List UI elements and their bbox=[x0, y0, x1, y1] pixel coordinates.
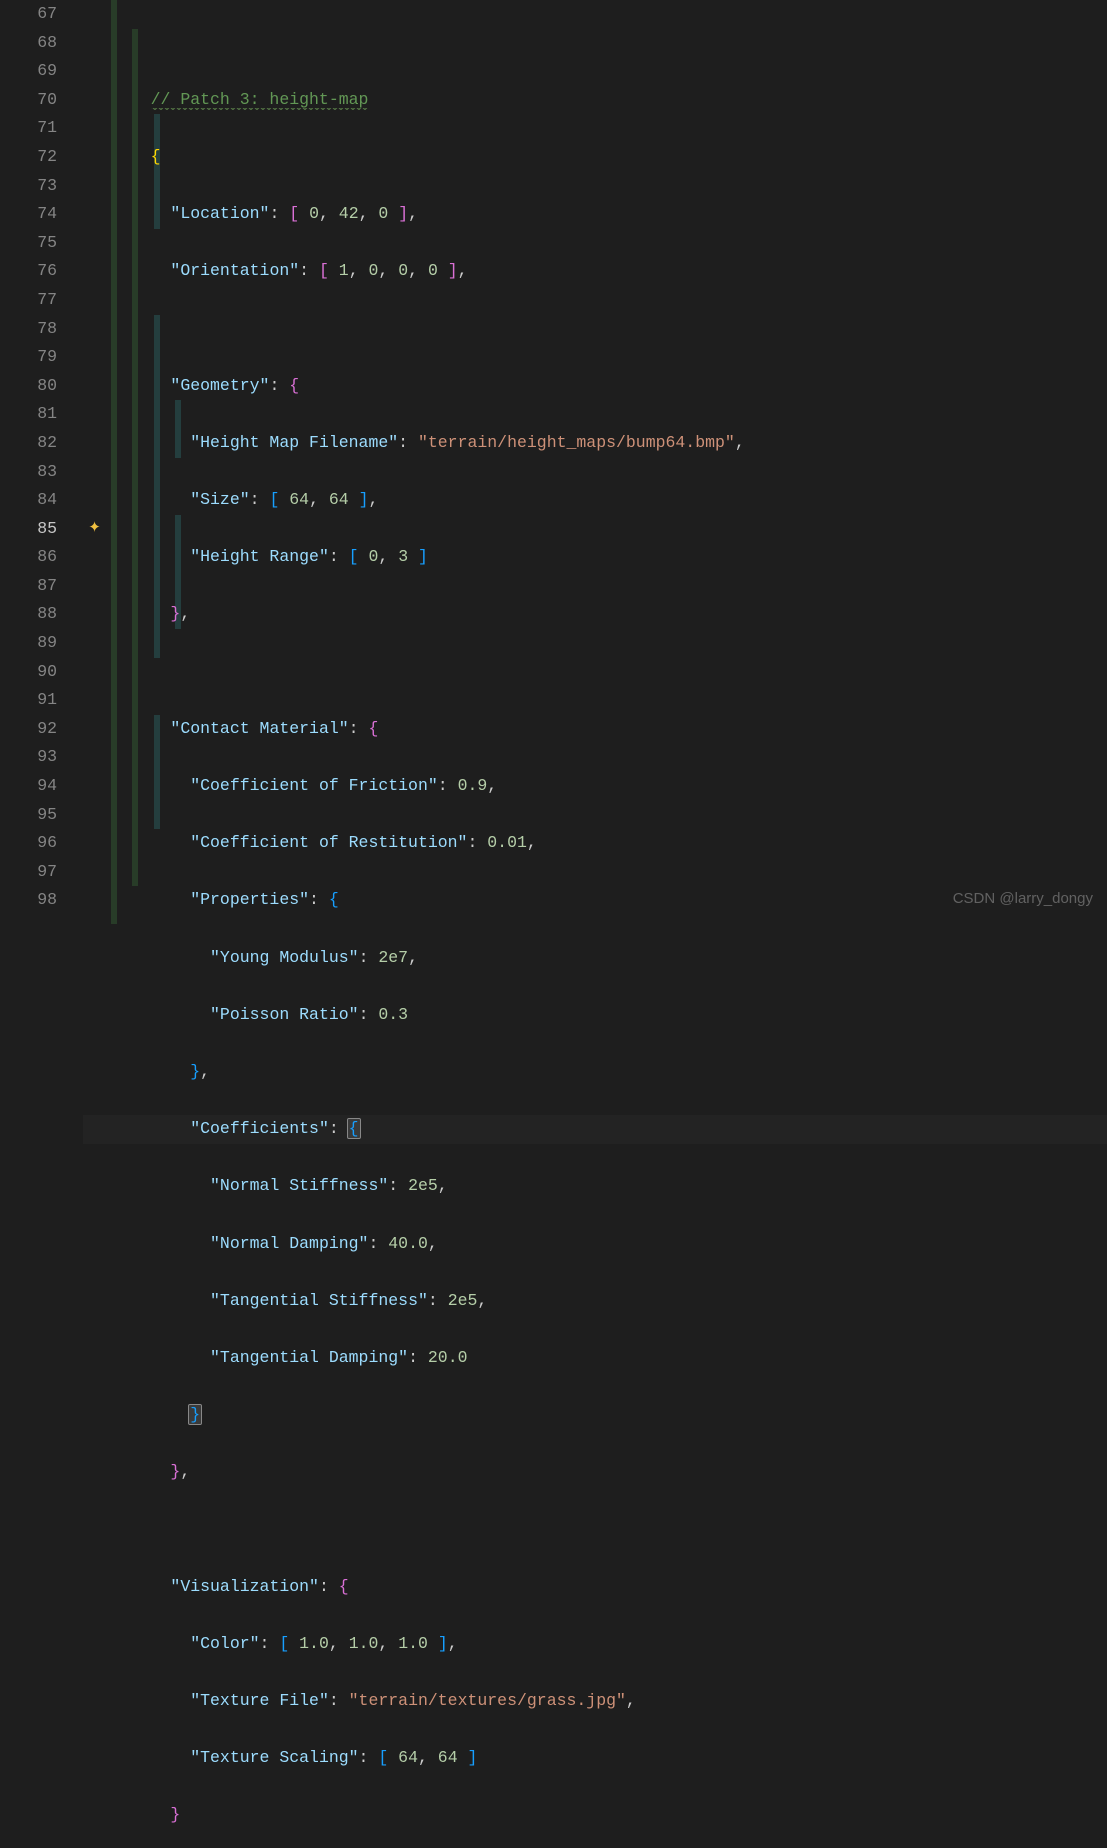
code-line[interactable]: "Texture File": "terrain/textures/grass.… bbox=[111, 1687, 1107, 1716]
line-number: 69 bbox=[0, 57, 83, 86]
code-line[interactable]: "Tangential Damping": 20.0 bbox=[111, 1344, 1107, 1373]
line-number: 76 bbox=[0, 257, 83, 286]
line-number: 85 bbox=[0, 515, 83, 544]
line-number: 82 bbox=[0, 429, 83, 458]
line-number: 79 bbox=[0, 343, 83, 372]
code-line[interactable]: "Normal Damping": 40.0, bbox=[111, 1230, 1107, 1259]
code-line[interactable]: "Contact Material": { bbox=[111, 715, 1107, 744]
line-number-gutter: 67686970717273747576777879808182838485✦8… bbox=[0, 0, 83, 924]
line-number: 80 bbox=[0, 372, 83, 401]
line-number: 67 bbox=[0, 0, 83, 29]
line-number: 74 bbox=[0, 200, 83, 229]
line-number: 89 bbox=[0, 629, 83, 658]
code-area[interactable]: // Patch 3: height-map { "Location": [ 0… bbox=[83, 0, 1107, 924]
line-number: 73 bbox=[0, 172, 83, 201]
line-number: 97 bbox=[0, 858, 83, 887]
line-number: 83 bbox=[0, 458, 83, 487]
code-line[interactable]: }, bbox=[111, 1458, 1107, 1487]
line-number: 95 bbox=[0, 801, 83, 830]
code-line[interactable] bbox=[111, 658, 1107, 687]
code-line[interactable]: }, bbox=[111, 1058, 1107, 1087]
code-line[interactable]: // Patch 3: height-map bbox=[111, 86, 1107, 115]
line-number: 94 bbox=[0, 772, 83, 801]
code-line[interactable]: }, bbox=[111, 600, 1107, 629]
watermark-text: CSDN @larry_dongy bbox=[953, 885, 1093, 914]
code-line[interactable]: "Coefficient of Friction": 0.9, bbox=[111, 772, 1107, 801]
code-line[interactable] bbox=[111, 1515, 1107, 1544]
line-number: 84 bbox=[0, 486, 83, 515]
code-line[interactable]: "Young Modulus": 2e7, bbox=[111, 944, 1107, 973]
code-line[interactable]: "Poisson Ratio": 0.3 bbox=[111, 1001, 1107, 1030]
code-line[interactable] bbox=[111, 315, 1107, 344]
line-number: 68 bbox=[0, 29, 83, 58]
line-number: 90 bbox=[0, 658, 83, 687]
line-number: 81 bbox=[0, 400, 83, 429]
line-number: 86 bbox=[0, 543, 83, 572]
code-line[interactable]: "Visualization": { bbox=[111, 1573, 1107, 1602]
code-line[interactable]: "Height Range": [ 0, 3 ] bbox=[111, 543, 1107, 572]
code-line[interactable]: "Tangential Stiffness": 2e5, bbox=[111, 1287, 1107, 1316]
code-line[interactable]: "Normal Stiffness": 2e5, bbox=[111, 1172, 1107, 1201]
code-line[interactable]: "Texture Scaling": [ 64, 64 ] bbox=[111, 1744, 1107, 1773]
line-number: 75 bbox=[0, 229, 83, 258]
code-line[interactable]: "Orientation": [ 1, 0, 0, 0 ], bbox=[111, 257, 1107, 286]
bracket-match-open: { bbox=[348, 1119, 360, 1138]
code-editor[interactable]: 67686970717273747576777879808182838485✦8… bbox=[0, 0, 1107, 924]
code-line[interactable]: "Coefficient of Restitution": 0.01, bbox=[111, 829, 1107, 858]
bracket-match-close: } bbox=[189, 1405, 201, 1424]
line-number: 72 bbox=[0, 143, 83, 172]
code-line[interactable]: { bbox=[111, 143, 1107, 172]
code-line[interactable]: "Size": [ 64, 64 ], bbox=[111, 486, 1107, 515]
line-number: 98 bbox=[0, 886, 83, 915]
line-number: 91 bbox=[0, 686, 83, 715]
code-line[interactable]: "Height Map Filename": "terrain/height_m… bbox=[111, 429, 1107, 458]
line-number: 70 bbox=[0, 86, 83, 115]
line-number: 88 bbox=[0, 600, 83, 629]
code-line-active[interactable]: "Coefficients": { bbox=[83, 1115, 1107, 1144]
line-number: 87 bbox=[0, 572, 83, 601]
line-number: 96 bbox=[0, 829, 83, 858]
line-number: 77 bbox=[0, 286, 83, 315]
comment-text: // Patch 3: height-map bbox=[151, 90, 369, 110]
code-line[interactable]: } bbox=[111, 1801, 1107, 1830]
code-line[interactable]: } bbox=[111, 1401, 1107, 1430]
code-line[interactable]: "Color": [ 1.0, 1.0, 1.0 ], bbox=[111, 1630, 1107, 1659]
code-line[interactable]: "Geometry": { bbox=[111, 372, 1107, 401]
code-line[interactable]: "Location": [ 0, 42, 0 ], bbox=[111, 200, 1107, 229]
line-number: 92 bbox=[0, 715, 83, 744]
line-number: 93 bbox=[0, 743, 83, 772]
line-number: 78 bbox=[0, 315, 83, 344]
line-number: 71 bbox=[0, 114, 83, 143]
